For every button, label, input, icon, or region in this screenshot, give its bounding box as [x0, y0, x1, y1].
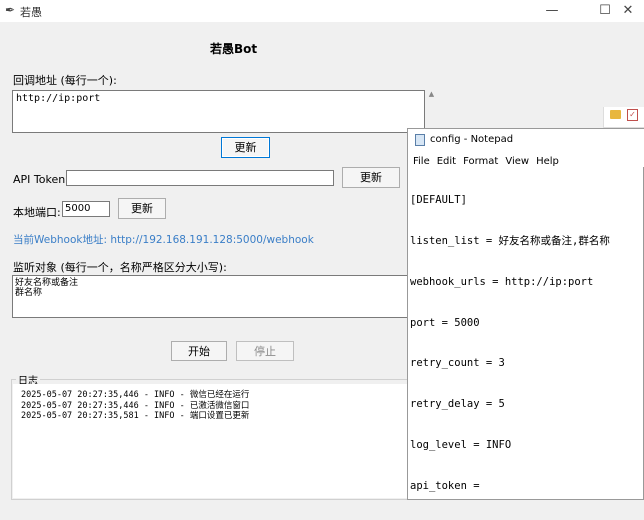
menu-edit[interactable]: Edit [437, 156, 456, 167]
config-line: [DEFAULT] [410, 194, 467, 207]
local-port-input[interactable]: 5000 [62, 201, 110, 217]
menu-format[interactable]: Format [463, 156, 498, 167]
config-line: retry_count = 3 [410, 357, 505, 370]
notepad-menubar: File Edit Format View Help [408, 151, 644, 167]
local-port-label: 本地端口: [13, 206, 61, 219]
checklist-icon: ✓ [627, 109, 638, 121]
explorer-window-strip[interactable]: ✓ [603, 107, 644, 128]
config-line: listen_list = 好友名称或备注,群名称 [410, 234, 610, 247]
close-button[interactable]: ✕ [614, 2, 642, 20]
config-line: port = 5000 [410, 316, 480, 329]
log-line: 2025-05-07 20:27:35,581 - INFO - 端口设置已更新 [21, 411, 250, 421]
stop-button[interactable]: 停止 [236, 341, 294, 361]
start-button[interactable]: 开始 [171, 341, 227, 361]
minimize-button[interactable]: — [538, 2, 566, 20]
notepad-title: config - Notepad [430, 134, 514, 145]
menu-help[interactable]: Help [536, 156, 559, 167]
scroll-up-icon[interactable]: ▲ [427, 90, 436, 100]
log-line: 2025-05-07 20:27:35,446 - INFO - 微信已经在运行 [21, 390, 250, 400]
config-line: webhook_urls = http://ip:port [410, 275, 594, 288]
listen-item: 好友名称或备注 [15, 278, 79, 288]
notepad-window: config - Notepad File Edit Format View Help … [407, 128, 644, 500]
notepad-icon [415, 134, 425, 146]
callback-update-button[interactable]: 更新 [221, 137, 270, 158]
listen-label: 监听对象 (每行一个，名称严格区分大小写): [13, 261, 227, 274]
menu-view[interactable]: View [505, 156, 529, 167]
callback-textarea[interactable]: http://ip:port [12, 90, 425, 133]
callback-value: http://ip:port [16, 93, 101, 104]
config-line: log_level = INFO [410, 438, 512, 451]
api-token-update-button[interactable]: 更新 [342, 167, 400, 188]
log-line: 2025-05-07 20:27:35,446 - INFO - 已激活微信窗口 [21, 400, 250, 411]
notepad-editor[interactable]: [DEFAULT] listen_list = 好友名称或备注,群名称 webh… [410, 167, 643, 499]
config-line: api_token = [410, 479, 480, 492]
log-textarea[interactable]: 2025-05-07 20:27:35,446 - INFO - 微信已经在运行… [13, 384, 409, 498]
listen-textarea[interactable]: 好友名称或备注 群名称 [12, 275, 408, 318]
notepad-titlebar: config - Notepad [408, 129, 644, 151]
feather-icon: ✒ [5, 3, 16, 17]
api-token-label: API Token: [13, 173, 69, 186]
window-title: 若愚 [20, 6, 42, 19]
port-update-button[interactable]: 更新 [118, 198, 166, 219]
api-token-input[interactable] [66, 170, 334, 186]
menu-file[interactable]: File [413, 156, 430, 167]
callback-label: 回调地址 (每行一个): [13, 74, 117, 87]
app-heading: 若愚Bot [210, 42, 258, 56]
webhook-address: 当前Webhook地址: http://192.168.191.128:5000… [13, 234, 314, 246]
local-port-value: 5000 [65, 203, 91, 214]
config-line: retry_delay = 5 [410, 398, 505, 411]
folder-icon [610, 110, 621, 119]
main-titlebar: ✒ 若愚 — ☐ ✕ [0, 0, 644, 22]
listen-item: 群名称 [15, 288, 43, 298]
